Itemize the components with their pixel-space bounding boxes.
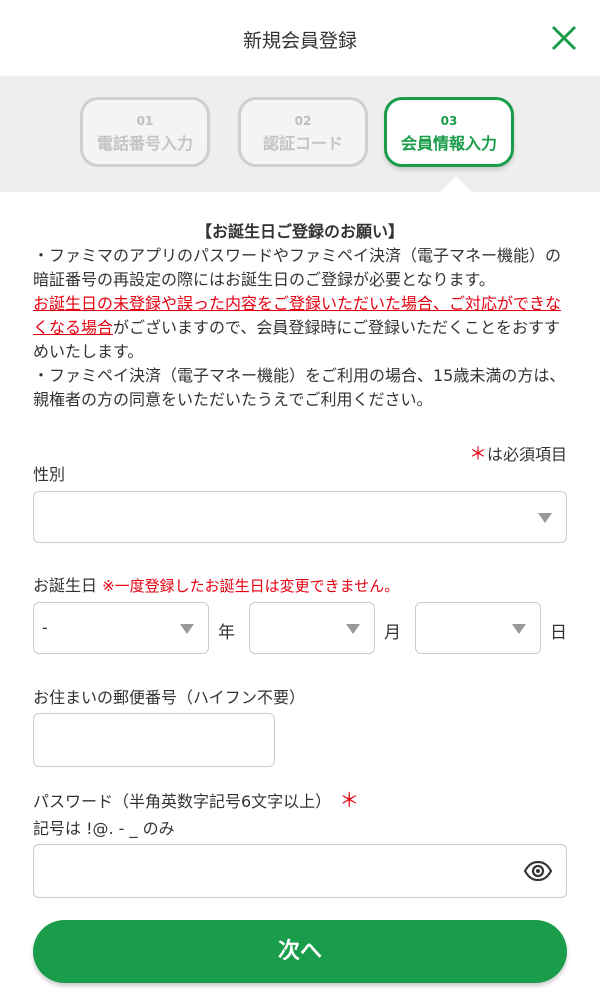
dropdown-arrow-icon	[538, 513, 552, 523]
birth-day-select[interactable]	[415, 602, 541, 654]
close-icon[interactable]	[550, 24, 578, 52]
gender-select[interactable]	[33, 491, 567, 543]
day-unit: 日	[550, 623, 567, 643]
postal-code-label: お住まいの郵便番号（ハイフン不要）	[33, 688, 306, 707]
eye-icon[interactable]	[524, 861, 552, 881]
step-phone-number: 01 電話番号入力	[80, 97, 210, 167]
dropdown-arrow-icon	[180, 624, 194, 634]
step-label: 電話番号入力	[96, 134, 193, 153]
step-indicator: 01 電話番号入力 02 認証コード 03 会員情報入力	[0, 76, 600, 192]
step-label: 認証コード	[262, 134, 343, 153]
step-label: 会員情報入力	[400, 134, 497, 153]
notice-paragraph-2-text: がございますので、会員登録時にご登録いただくことをおすすめいたします。	[33, 318, 561, 361]
birth-year-value: -	[42, 618, 48, 637]
active-step-pointer	[440, 176, 472, 192]
required-note-text: は必須項目	[486, 445, 567, 464]
step-number: 03	[440, 114, 458, 128]
password-input[interactable]	[33, 844, 567, 898]
birthday-label: お誕生日	[33, 576, 98, 595]
notice-title: 【お誕生日ご登録のお願い】	[195, 222, 404, 241]
gender-label: 性別	[33, 465, 66, 484]
required-mark: ＊	[468, 444, 487, 465]
step-auth-code: 02 認証コード	[238, 97, 368, 167]
birthday-warning: ※一度登録したお誕生日は変更できません。	[102, 577, 400, 595]
notice-paragraph-3: ・ファミペイ決済（電子マネー機能）をご利用の場合、15歳未満の方は、親権者の方の…	[33, 366, 566, 409]
required-fields-note: ＊は必須項目	[469, 440, 567, 466]
birthday-notice: 【お誕生日ご登録のお願い】 ・ファミマのアプリのパスワードやファミペイ決済（電子…	[33, 220, 567, 412]
required-mark: ＊	[339, 788, 360, 812]
birthday-label-row: お誕生日 ※一度登録したお誕生日は変更できません。	[33, 572, 399, 596]
step-number: 02	[294, 114, 312, 128]
password-hint: 記号は !@. - _ のみ	[33, 819, 175, 838]
postal-code-input[interactable]	[33, 713, 275, 767]
notice-paragraph-1: ・ファミマのアプリのパスワードやファミペイ決済（電子マネー機能）の暗証番号の再設…	[33, 246, 562, 289]
notice-paragraph-2: お誕生日の未登録や誤った内容をご登録いただいた場合、ご対応ができなくなる場合がご…	[33, 292, 567, 364]
dropdown-arrow-icon	[346, 624, 360, 634]
page-title: 新規会員登録	[242, 30, 357, 52]
year-unit: 年	[218, 623, 235, 643]
step-member-info: 03 会員情報入力	[384, 97, 514, 167]
password-label: パスワード（半角英数字記号6文字以上）	[33, 792, 332, 811]
dropdown-arrow-icon	[512, 624, 526, 634]
birth-month-select[interactable]	[249, 602, 375, 654]
header-bar: 新規会員登録	[0, 0, 600, 76]
birth-year-select[interactable]: -	[33, 602, 209, 654]
month-unit: 月	[384, 623, 401, 643]
step-number: 01	[136, 114, 154, 128]
next-button[interactable]: 次へ	[33, 920, 567, 983]
password-label-row: パスワード（半角英数字記号6文字以上） ＊	[33, 784, 359, 813]
